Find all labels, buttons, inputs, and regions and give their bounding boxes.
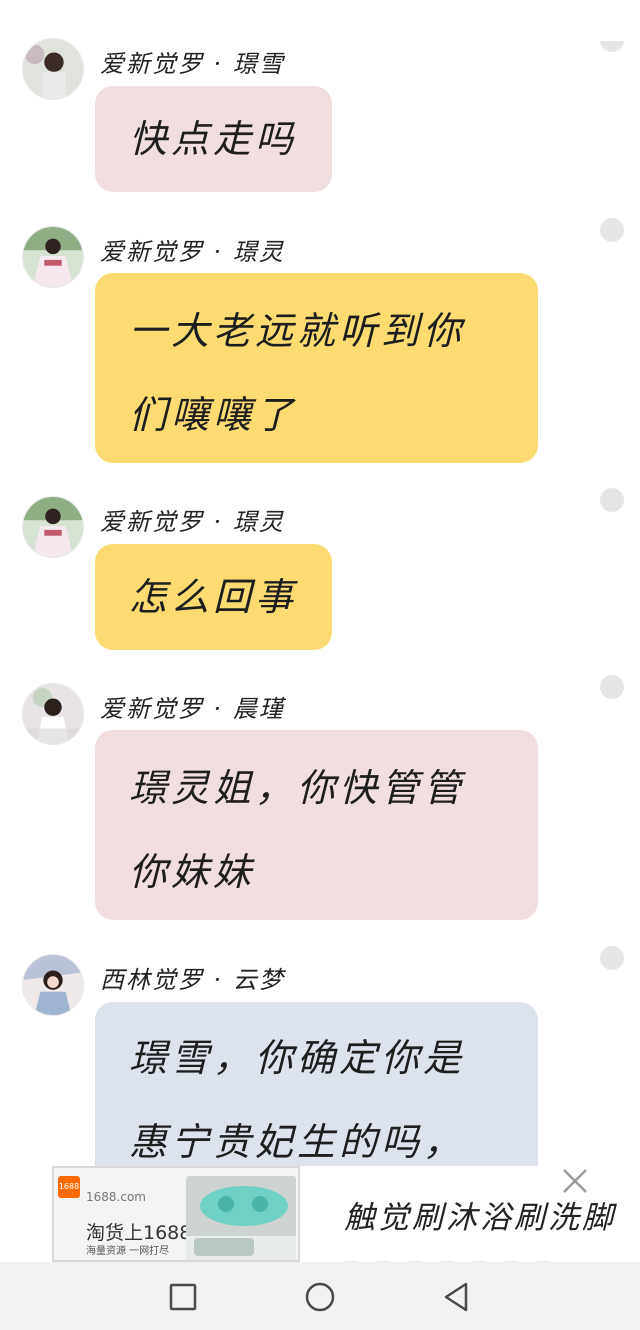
sender-name: 爱新觉罗 · 晨瑾 bbox=[100, 695, 285, 723]
status-dot bbox=[600, 488, 624, 512]
avatar[interactable] bbox=[22, 226, 84, 288]
message-line: 一大老远就听到你 bbox=[129, 309, 466, 353]
ad-card[interactable]: 1688 1688.com 淘货上1688 海量资源 一网打尽 bbox=[52, 1166, 300, 1262]
status-dot bbox=[600, 218, 624, 242]
message-line: 快点走吗 bbox=[129, 117, 298, 161]
sender-name: 爱新觉罗 · 璟灵 bbox=[100, 238, 285, 266]
ad-product-image bbox=[186, 1176, 296, 1260]
message-bubble[interactable]: 一大老远就听到你 们嚷嚷了 bbox=[95, 273, 538, 463]
triangle-back-icon[interactable] bbox=[440, 1280, 474, 1314]
ad-brand: 淘货上1688 bbox=[86, 1222, 192, 1244]
status-dot bbox=[600, 675, 624, 699]
avatar[interactable] bbox=[22, 496, 84, 558]
ad-banner[interactable]: 1688 1688.com 淘货上1688 海量资源 一网打尽 触觉刷沐浴刷洗脚 bbox=[52, 1166, 640, 1262]
status-dot bbox=[600, 946, 624, 970]
ad-subtitle bbox=[344, 1250, 584, 1262]
message-line: 们嚷嚷了 bbox=[129, 393, 298, 437]
square-icon[interactable] bbox=[166, 1280, 200, 1314]
message-bubble[interactable]: 怎么回事 bbox=[95, 544, 332, 650]
ad-domain: 1688.com bbox=[86, 1190, 146, 1204]
message-line: 你妹妹 bbox=[129, 850, 256, 894]
message-line: 璟雪，你确定你是 bbox=[129, 1036, 466, 1080]
status-dot bbox=[600, 41, 624, 52]
avatar[interactable] bbox=[22, 38, 84, 100]
ad-title: 触觉刷沐浴刷洗脚 bbox=[344, 1200, 616, 1236]
ad-slogan: 海量资源 一网打尽 bbox=[86, 1246, 170, 1257]
message-bubble[interactable]: 快点走吗 bbox=[95, 86, 332, 192]
message-line: 璟灵姐，你快管管 bbox=[129, 766, 466, 810]
avatar[interactable] bbox=[22, 683, 84, 745]
sender-name: 西林觉罗 · 云梦 bbox=[100, 966, 285, 994]
sender-name: 爱新觉罗 · 璟灵 bbox=[100, 508, 285, 536]
close-icon[interactable] bbox=[560, 1166, 590, 1196]
message-line: 怎么回事 bbox=[129, 575, 298, 619]
system-nav-bar bbox=[0, 1262, 640, 1330]
message-bubble[interactable]: 璟灵姐，你快管管 你妹妹 bbox=[95, 730, 538, 920]
avatar[interactable] bbox=[22, 954, 84, 1016]
sender-name: 爱新觉罗 · 璟雪 bbox=[100, 50, 285, 78]
circle-icon[interactable] bbox=[303, 1280, 337, 1314]
ad-logo: 1688 bbox=[58, 1176, 80, 1198]
